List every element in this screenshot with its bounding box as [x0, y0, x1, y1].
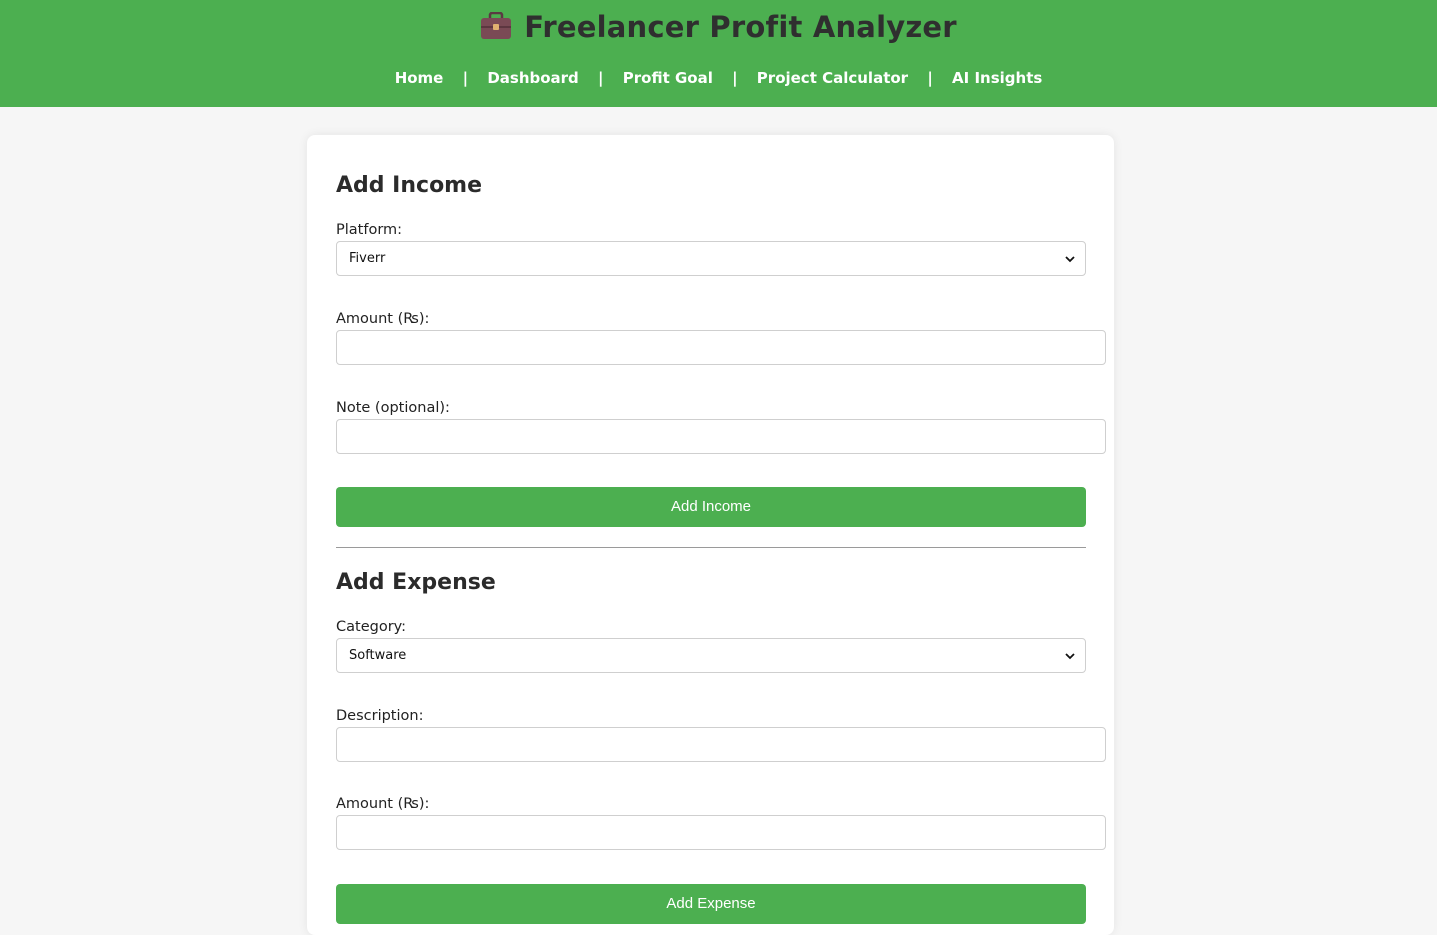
nav-link-project-calculator[interactable]: Project Calculator [757, 69, 908, 87]
nav-separator: | [732, 69, 738, 87]
note-label: Note (optional): [336, 400, 450, 416]
note-input[interactable] [336, 419, 1106, 454]
platform-select[interactable]: Fiverr [336, 241, 1086, 276]
briefcase-icon [480, 11, 512, 47]
main-nav: Home | Dashboard | Profit Goal | Project… [0, 69, 1437, 87]
section-divider [336, 547, 1086, 548]
site-header: Freelancer Profit Analyzer Home | Dashbo… [0, 0, 1437, 107]
add-expense-button[interactable]: Add Expense [336, 884, 1086, 924]
category-select[interactable]: Software [336, 638, 1086, 673]
chevron-down-icon [1065, 650, 1075, 660]
nav-separator: | [462, 69, 469, 87]
nav-separator: | [927, 69, 933, 87]
description-label: Description: [336, 708, 424, 724]
nav-separator: | [598, 69, 604, 87]
form-card: Add Income Platform: Fiverr Amount (₨): … [307, 135, 1114, 935]
category-select-value: Software [349, 648, 407, 663]
description-input[interactable] [336, 727, 1106, 762]
expense-amount-input[interactable] [336, 815, 1106, 850]
nav-link-profit-goal[interactable]: Profit Goal [623, 69, 713, 87]
category-label: Category: [336, 619, 407, 635]
expense-amount-label: Amount (₨): [336, 796, 430, 812]
add-income-heading: Add Income [336, 173, 483, 198]
platform-select-value: Fiverr [349, 251, 386, 266]
chevron-down-icon [1065, 253, 1075, 263]
add-expense-heading: Add Expense [336, 570, 496, 595]
site-title: Freelancer Profit Analyzer [0, 10, 1437, 47]
site-title-text: Freelancer Profit Analyzer [524, 10, 957, 44]
nav-link-ai-insights[interactable]: AI Insights [952, 69, 1042, 87]
nav-link-home[interactable]: Home [395, 69, 444, 87]
income-amount-input[interactable] [336, 330, 1106, 365]
nav-link-dashboard[interactable]: Dashboard [487, 69, 578, 87]
add-income-button[interactable]: Add Income [336, 487, 1086, 527]
income-amount-label: Amount (₨): [336, 311, 430, 327]
platform-label: Platform: [336, 222, 403, 238]
